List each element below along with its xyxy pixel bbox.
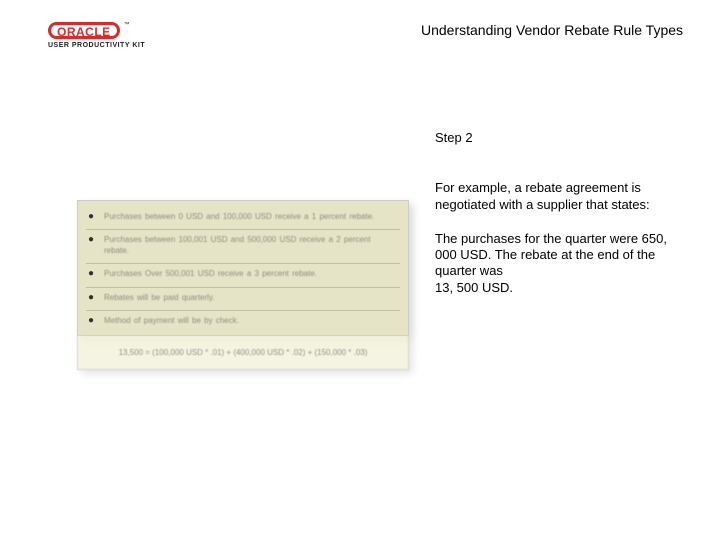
bullet-icon: ● (88, 293, 96, 302)
logo-subtitle: USER PRODUCTIVITY KIT (48, 42, 188, 49)
step-content: Step 2 For example, a rebate agreement i… (435, 130, 671, 296)
list-item: ● Method of payment will be by check. (86, 311, 400, 333)
list-item-text: Purchases between 100,001 USD and 500,00… (104, 235, 398, 256)
rebate-formula: 13,500 = (100,000 USD * .01) + (400,000 … (77, 336, 409, 370)
list-item: ● Purchases Over 500,001 USD receive a 3… (86, 264, 400, 287)
list-item-text: Purchases Over 500,001 USD receive a 3 p… (104, 269, 317, 279)
paragraph-result-text: The purchases for the quarter were 650, … (435, 231, 667, 279)
rebate-rules-list: ● Purchases between 0 USD and 100,000 US… (77, 200, 409, 336)
step-label: Step 2 (435, 130, 671, 146)
list-item-text: Method of payment will be by check. (104, 316, 239, 326)
bullet-icon: ● (88, 212, 96, 221)
bullet-icon: ● (88, 235, 96, 244)
list-item: ● Purchases between 0 USD and 100,000 US… (86, 207, 400, 230)
logo-brand-text: ORACLE (57, 25, 111, 39)
logo-brand-row: ORACLE ™ (48, 22, 188, 39)
list-item: ● Rebates will be paid quarterly. (86, 288, 400, 311)
paragraph-result: The purchases for the quarter were 650, … (435, 231, 671, 296)
paragraph-intro: For example, a rebate agreement is negot… (435, 180, 671, 213)
logo-pill: ORACLE (48, 22, 120, 39)
bullet-icon: ● (88, 269, 96, 278)
paragraph-result-amount: 13, 500 USD. (435, 280, 513, 295)
list-item-text: Purchases between 0 USD and 100,000 USD … (104, 212, 374, 222)
rebate-panel: ● Purchases between 0 USD and 100,000 US… (77, 200, 409, 370)
oracle-logo: ORACLE ™ USER PRODUCTIVITY KIT (48, 22, 188, 49)
bullet-icon: ● (88, 316, 96, 325)
logo-tm: ™ (124, 22, 130, 28)
list-item-text: Rebates will be paid quarterly. (104, 293, 215, 303)
page-title: Understanding Vendor Rebate Rule Types (421, 22, 683, 38)
list-item: ● Purchases between 100,001 USD and 500,… (86, 230, 400, 264)
